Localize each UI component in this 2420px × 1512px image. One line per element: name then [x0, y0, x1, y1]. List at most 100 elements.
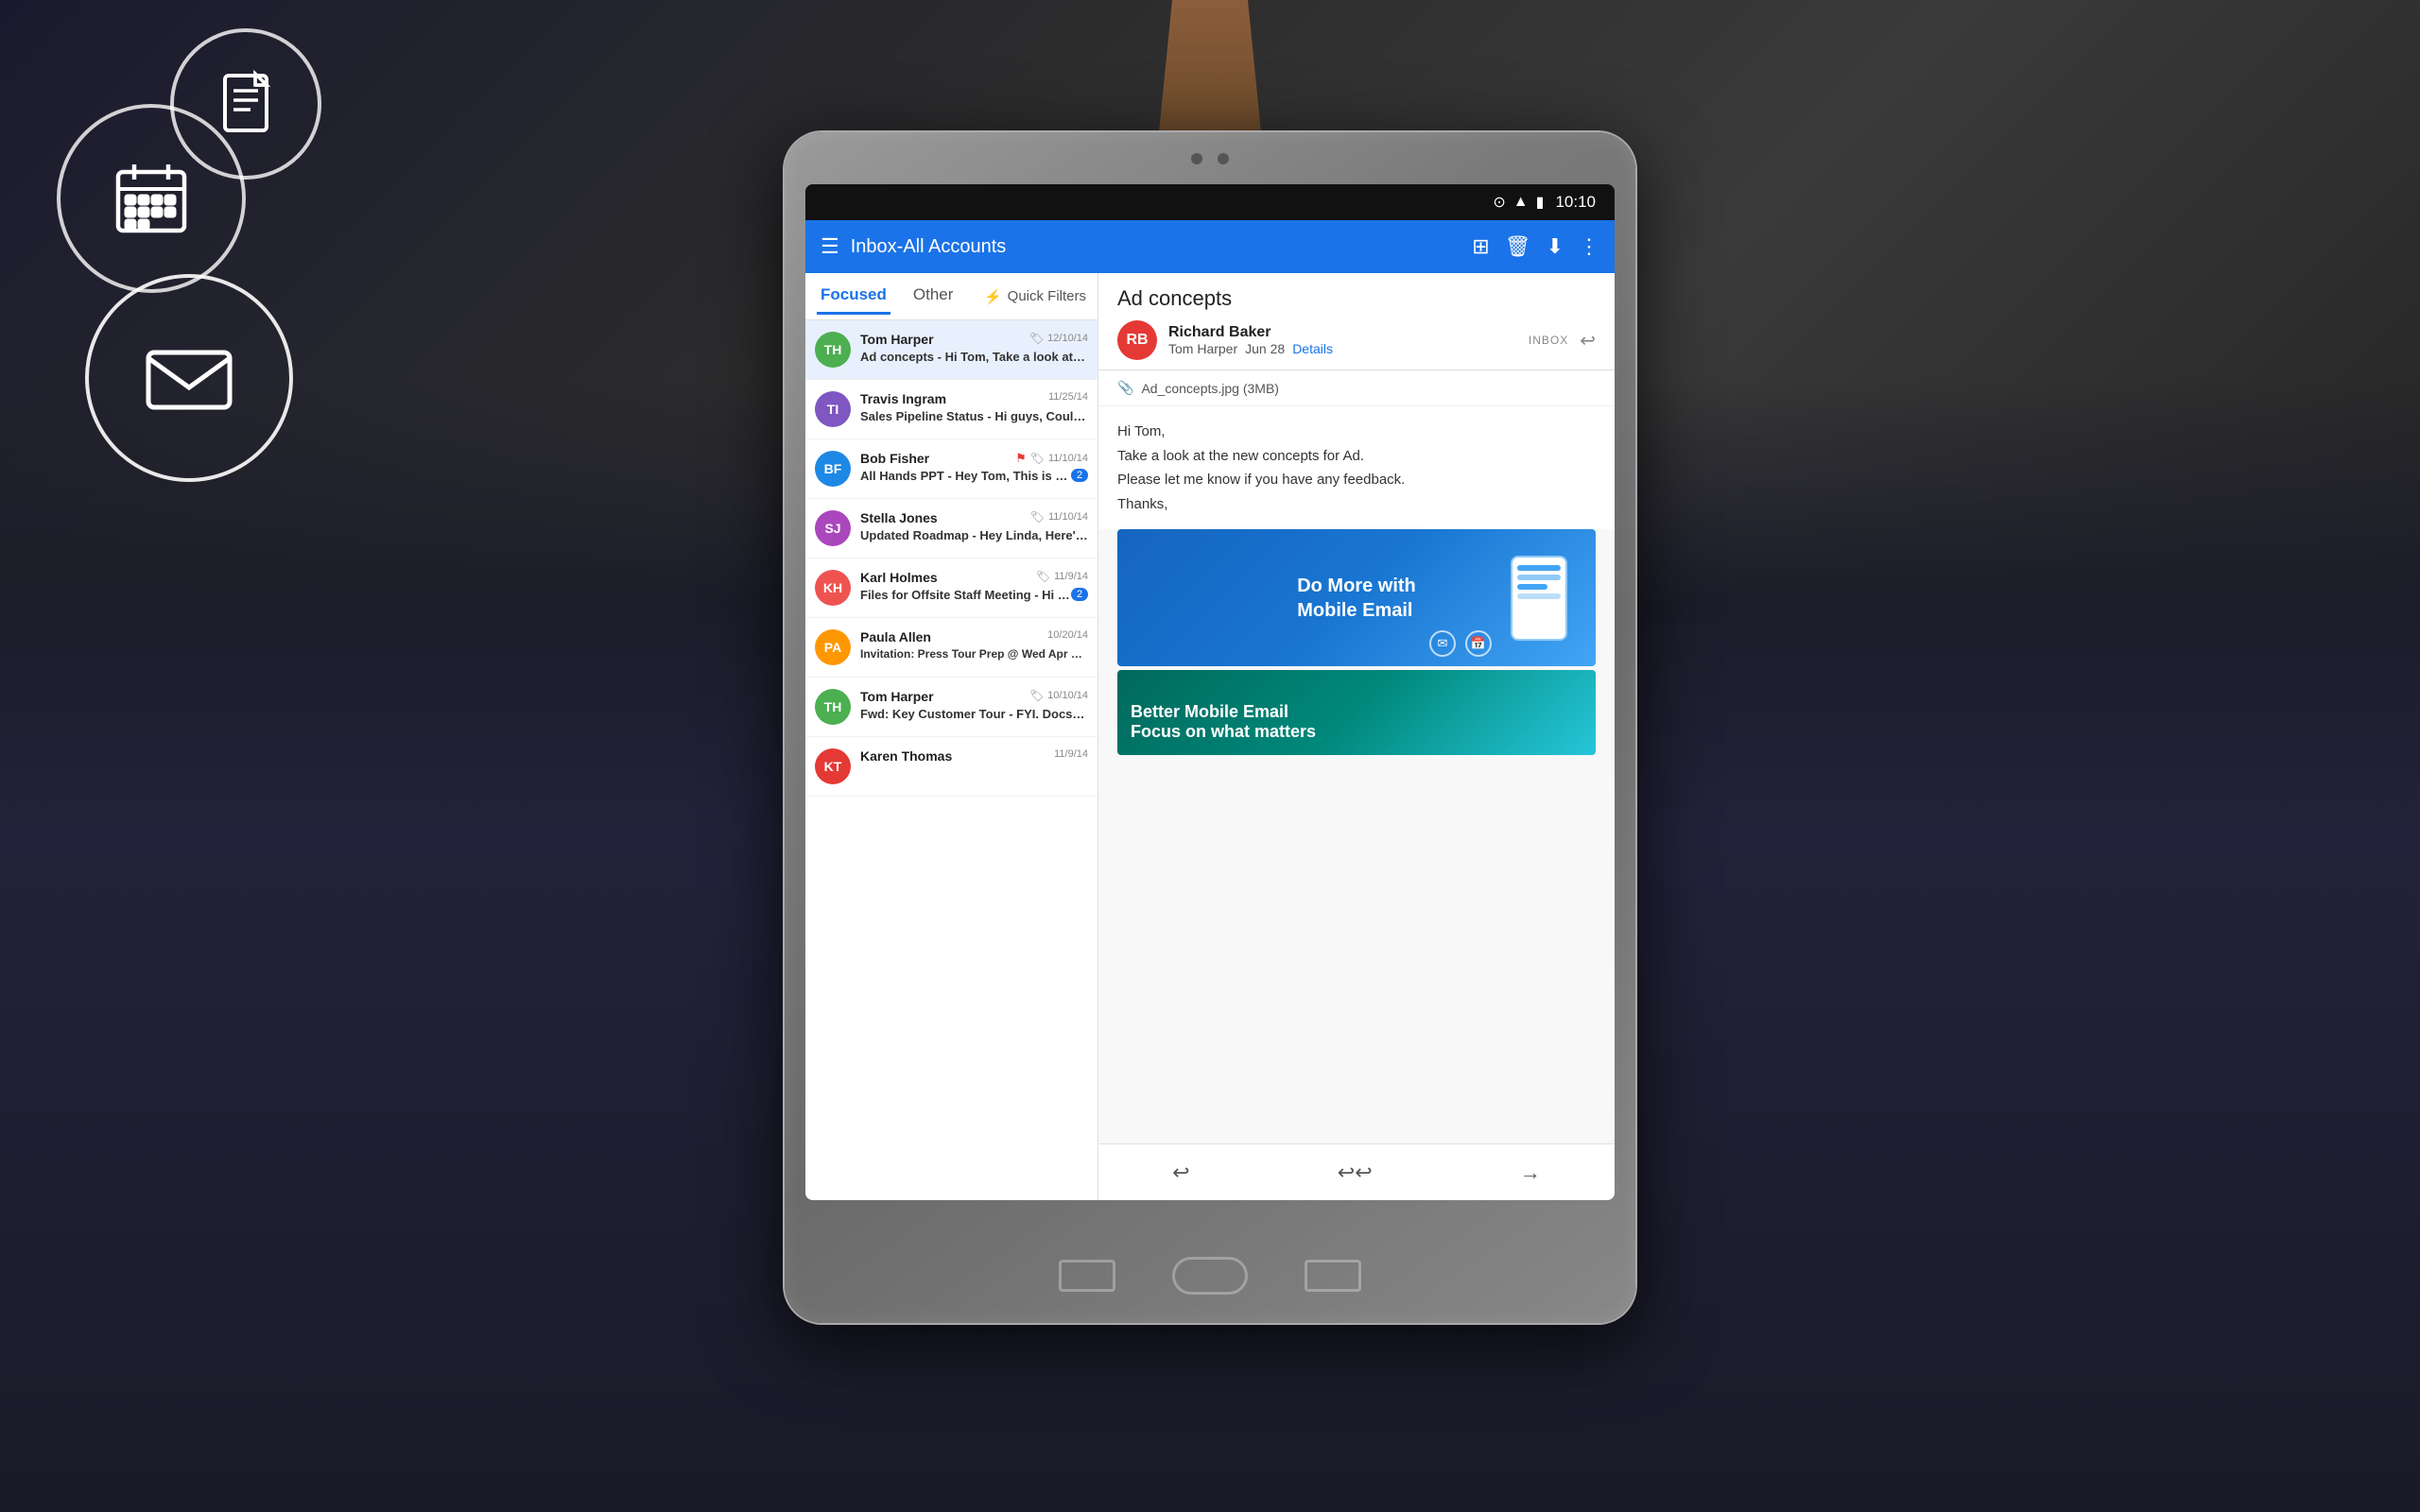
- email-date: 11/25/14: [1048, 391, 1088, 403]
- avatar: SJ: [815, 510, 851, 546]
- email-date: 11/10/14: [1048, 511, 1088, 523]
- email-sender: Paula Allen: [860, 629, 931, 644]
- email-date: 11/10/14: [1048, 453, 1088, 464]
- email-item[interactable]: TH Tom Harper 🏷 10/10/14 Fwd: Key Custom…: [805, 678, 1098, 737]
- hardware-home-btn[interactable]: [1172, 1257, 1248, 1295]
- tab-focused[interactable]: Focused: [817, 278, 890, 315]
- email-subject: Fwd: Key Customer Tour - FYI. Docs for o…: [860, 707, 1088, 721]
- email-subject: Ad concepts - Hi Tom, Take a look at the…: [860, 350, 1088, 364]
- email-item[interactable]: TI Travis Ingram 11/25/14 Sales Pipeline…: [805, 380, 1098, 439]
- email-item[interactable]: BF Bob Fisher ⚑ 🏷 11/10/14: [805, 439, 1098, 499]
- detail-action-bar: ↩ ↩↩ →: [1098, 1143, 1615, 1200]
- status-bar: ⊙ ▲ ▮ 10:10: [805, 184, 1615, 220]
- email-content: Bob Fisher ⚑ 🏷 11/10/14 All Hands PPT - …: [860, 451, 1088, 486]
- email-meta: 🏷 11/10/14: [1030, 510, 1088, 524]
- email-sender: Bob Fisher: [860, 451, 929, 466]
- detail-date-row: Tom Harper Jun 28 Details: [1168, 341, 1333, 356]
- email-content: Paula Allen 10/20/14 Invitation: Press T…: [860, 629, 1088, 661]
- email-header: Karl Holmes 🏷 11/9/14: [860, 570, 1088, 585]
- message-count-badge: 2: [1071, 588, 1088, 601]
- email-content: Tom Harper 🏷 10/10/14 Fwd: Key Customer …: [860, 689, 1088, 721]
- archive-icon[interactable]: ⬇: [1547, 234, 1564, 259]
- email-item[interactable]: PA Paula Allen 10/20/14 Invitation: Pres…: [805, 618, 1098, 678]
- calendar-icon: [104, 151, 199, 246]
- tab-other[interactable]: Other: [909, 278, 958, 315]
- email-content: Tom Harper 🏷 12/10/14 Ad concepts - Hi T…: [860, 332, 1088, 364]
- reply-icon[interactable]: ↩: [1580, 329, 1596, 352]
- tablet-bottom-buttons: [1021, 1247, 1399, 1304]
- email-meta: 🏷 12/10/14: [1029, 332, 1088, 345]
- email-meta: 🏷 10/10/14: [1029, 689, 1088, 702]
- tablet-screen: ⊙ ▲ ▮ 10:10 ☰ Inbox-All Accounts ⊞ 🗑 ⬇ ⋮: [805, 184, 1615, 1200]
- email-header: Tom Harper 🏷 10/10/14: [860, 689, 1088, 704]
- email-content: Stella Jones 🏷 11/10/14 Updated Roadmap …: [860, 510, 1088, 542]
- avatar: TH: [815, 332, 851, 368]
- folder-icon[interactable]: ⊞: [1472, 234, 1489, 259]
- phone-line-1: [1517, 565, 1561, 571]
- detail-date: Jun 28: [1245, 341, 1285, 356]
- battery-icon: ▮: [1536, 193, 1545, 212]
- mail-icon-circle: [85, 274, 293, 482]
- feature-icons: ✉ 📅: [1429, 630, 1492, 657]
- alarm-icon: ⊙: [1493, 193, 1505, 212]
- quick-filters-label: Quick Filters: [1008, 288, 1086, 304]
- email-header: Travis Ingram 11/25/14: [860, 391, 1088, 406]
- email-date: 10/10/14: [1047, 690, 1088, 701]
- reply-button[interactable]: ↩: [1153, 1153, 1208, 1193]
- email-content: Travis Ingram 11/25/14 Sales Pipeline St…: [860, 391, 1088, 423]
- detail-sender-name: Richard Baker: [1168, 324, 1333, 341]
- attachment-filename[interactable]: Ad_concepts.jpg (3MB): [1141, 381, 1279, 396]
- document-icon: [208, 66, 284, 142]
- email-item[interactable]: TH Tom Harper 🏷 12/10/14 Ad concepts - H…: [805, 320, 1098, 380]
- more-icon[interactable]: ⋮: [1579, 234, 1599, 259]
- avatar: KT: [815, 748, 851, 784]
- tablet-camera: [1191, 153, 1229, 164]
- email-item[interactable]: KH Karl Holmes 🏷 11/9/14 Files for Offs: [805, 558, 1098, 618]
- hardware-recents-btn[interactable]: [1305, 1260, 1361, 1292]
- email-detail-panel: Ad concepts RB Richard Baker Tom Harper …: [1098, 273, 1615, 1200]
- email-item[interactable]: SJ Stella Jones 🏷 11/10/14 Updated Roadm…: [805, 499, 1098, 558]
- reply-all-button[interactable]: ↩↩: [1319, 1153, 1392, 1193]
- email-date: 11/9/14: [1054, 571, 1088, 582]
- tag-icon: 🏷: [1030, 452, 1045, 465]
- status-icons: ⊙ ▲ ▮ 10:10: [1493, 193, 1596, 212]
- menu-icon[interactable]: ☰: [821, 234, 839, 259]
- tablet-device: ⊙ ▲ ▮ 10:10 ☰ Inbox-All Accounts ⊞ 🗑 ⬇ ⋮: [785, 132, 1635, 1323]
- email-subject: Files for Offsite Staff Meeting - Hi Lin…: [860, 588, 1071, 602]
- email-header: Stella Jones 🏷 11/10/14: [860, 510, 1088, 525]
- phone-line-3: [1517, 584, 1547, 590]
- wifi-icon: ▲: [1513, 194, 1529, 211]
- email-image-banner-1: Do More withMobile Email: [1117, 529, 1596, 666]
- email-subject: Sales Pipeline Status - Hi guys, Could y…: [860, 409, 1088, 423]
- quick-filters-button[interactable]: ⚡ Quick Filters: [984, 288, 1086, 305]
- delete-icon[interactable]: 🗑: [1505, 234, 1531, 259]
- email-header: Bob Fisher ⚑ 🏷 11/10/14: [860, 451, 1088, 466]
- hardware-back-btn[interactable]: [1059, 1260, 1115, 1292]
- feature-icon-1: ✉: [1429, 630, 1456, 657]
- tabs-row: Focused Other ⚡ Quick Filters: [805, 273, 1098, 320]
- status-time: 10:10: [1555, 193, 1596, 212]
- email-meta: ⚑ 🏷 11/10/14: [1015, 451, 1088, 466]
- detail-sender-row: RB Richard Baker Tom Harper Jun 28 Detai…: [1117, 320, 1333, 360]
- forward-button[interactable]: →: [1501, 1153, 1560, 1193]
- phone-line-4: [1517, 593, 1561, 599]
- body-line-2: Take a look at the new concepts for Ad.: [1117, 444, 1596, 469]
- phone-illustration: [1511, 556, 1567, 641]
- email-item[interactable]: KT Karen Thomas 11/9/14: [805, 737, 1098, 797]
- detail-meta-row: RB Richard Baker Tom Harper Jun 28 Detai…: [1117, 320, 1596, 360]
- detail-recipient: Tom Harper: [1168, 341, 1237, 356]
- email-subject: Invitation: Press Tour Prep @ Wed Apr 23…: [860, 647, 1088, 661]
- email-subject: Updated Roadmap - Hey Linda, Here's the …: [860, 528, 1088, 542]
- email-header: Paula Allen 10/20/14: [860, 629, 1088, 644]
- detail-body-text: Hi Tom, Take a look at the new concepts …: [1098, 406, 1615, 529]
- main-content: Focused Other ⚡ Quick Filters TH: [805, 273, 1615, 1200]
- email-content: Karl Holmes 🏷 11/9/14 Files for Offsite …: [860, 570, 1088, 605]
- mail-icon: [137, 326, 241, 430]
- email-subject: All Hands PPT - Hey Tom, This is the dec…: [860, 469, 1071, 483]
- attachment-icon: 📎: [1117, 380, 1133, 396]
- avatar: TH: [815, 689, 851, 725]
- detail-subject: Ad concepts: [1117, 286, 1596, 311]
- email-meta: 🏷 11/9/14: [1036, 570, 1088, 583]
- detail-details-link[interactable]: Details: [1292, 341, 1333, 356]
- inbox-badge: INBOX: [1529, 334, 1568, 347]
